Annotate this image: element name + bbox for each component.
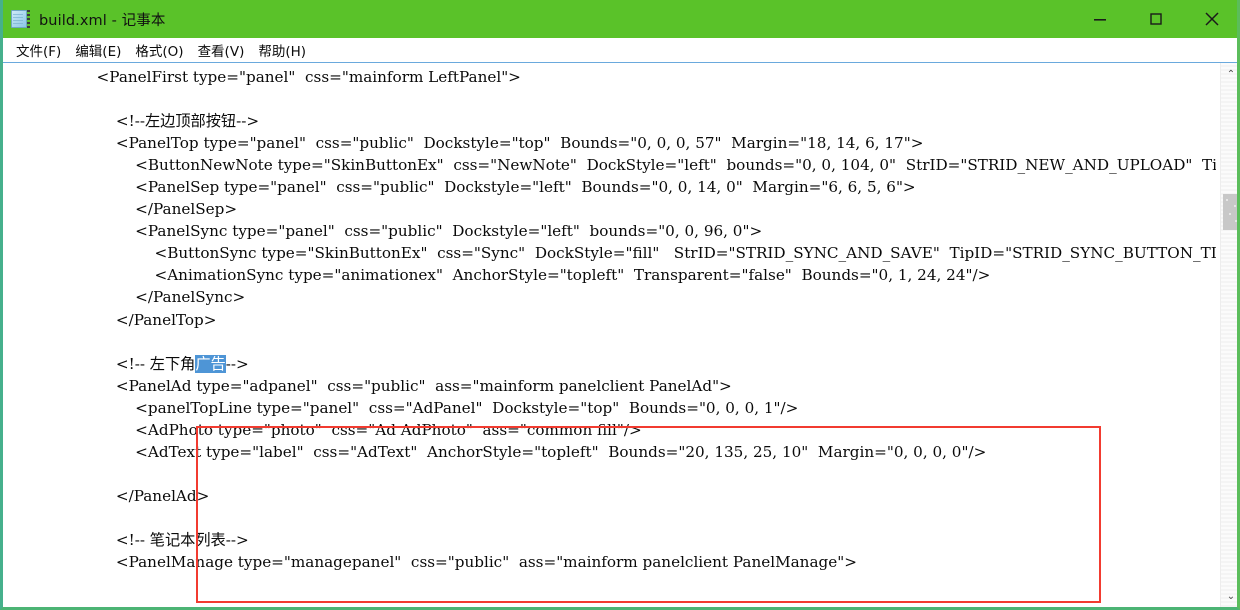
maximize-icon	[1150, 13, 1162, 25]
menu-item-edit[interactable]: 编辑(E)	[68, 39, 128, 62]
menu-item-help[interactable]: 帮助(H)	[251, 39, 313, 62]
code-before-selection: <PanelFirst type="panel" css="mainform L…	[96, 68, 1216, 373]
window-title: build.xml - 记事本	[39, 12, 166, 29]
title-bar: build.xml - 记事本	[3, 0, 1237, 38]
code-after-selection: --> <PanelAd type="adpanel" css="public"…	[115, 354, 987, 572]
notepad-window: build.xml - 记事本 文件(F) 编辑(E) 格式(O) 查看(V) …	[0, 0, 1240, 610]
minimize-button[interactable]	[1072, 0, 1128, 38]
scroll-down-icon[interactable]: ⌄	[1221, 587, 1237, 605]
menu-item-format[interactable]: 格式(O)	[128, 39, 190, 62]
close-button[interactable]	[1184, 0, 1237, 38]
editor-area: <PanelFirst type="panel" css="mainform L…	[3, 62, 1237, 607]
window-controls	[1072, 0, 1237, 38]
minimize-icon	[1094, 19, 1106, 21]
scroll-up-icon[interactable]: ⌃	[1221, 65, 1237, 83]
menu-item-file[interactable]: 文件(F)	[9, 39, 68, 62]
menu-item-view[interactable]: 查看(V)	[191, 39, 252, 62]
close-icon	[1205, 12, 1219, 26]
text-editor[interactable]: <PanelFirst type="panel" css="mainform L…	[3, 63, 1216, 607]
notepad-icon	[10, 9, 30, 29]
text-selection[interactable]: 广告	[195, 354, 226, 373]
scrollbar-thumb[interactable]	[1223, 194, 1237, 230]
vertical-scrollbar[interactable]: ⌃ ⌄	[1220, 63, 1237, 607]
editor-content[interactable]: <PanelFirst type="panel" css="mainform L…	[3, 66, 1216, 573]
maximize-button[interactable]	[1128, 0, 1184, 38]
menu-bar: 文件(F) 编辑(E) 格式(O) 查看(V) 帮助(H)	[3, 38, 1237, 62]
